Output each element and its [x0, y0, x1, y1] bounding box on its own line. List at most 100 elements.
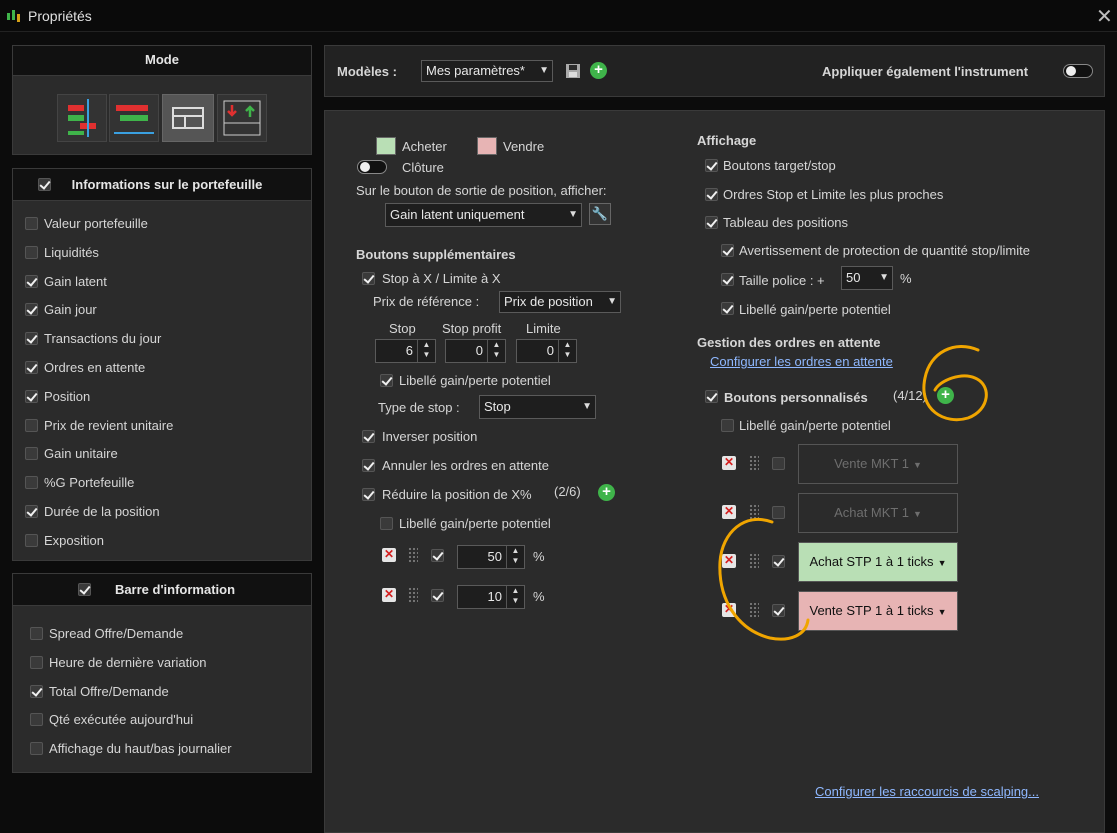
portfolio-item-checkbox[interactable]: [25, 303, 38, 317]
custom-button-checkbox[interactable]: [772, 457, 785, 470]
font-size-select[interactable]: 50 ▼: [841, 266, 893, 290]
portfolio-item-checkbox[interactable]: [25, 476, 38, 490]
delete-row-icon[interactable]: ✕: [382, 548, 396, 562]
add-reduce-icon[interactable]: +: [598, 484, 615, 501]
infobar-item-checkbox[interactable]: [30, 742, 43, 756]
custom-button[interactable]: Vente MKT 1 ▼: [798, 444, 958, 484]
portfolio-item-checkbox[interactable]: [25, 447, 38, 461]
custom-button-checkbox[interactable]: [772, 604, 785, 617]
stop-profit-stepper[interactable]: 0 ▲ ▼: [445, 339, 506, 363]
chevron-down-icon[interactable]: ▼: [938, 607, 947, 617]
stop-potential-checkbox[interactable]: [380, 374, 393, 387]
delete-custom-button-icon[interactable]: ✕: [722, 603, 736, 617]
reduce-percent-stepper[interactable]: 50 ▲ ▼: [457, 545, 525, 569]
stop-type-select[interactable]: Stop ▼: [479, 395, 596, 419]
infobar-item-checkbox[interactable]: [30, 655, 43, 669]
drag-handle-icon[interactable]: [408, 587, 418, 603]
stop-stepper[interactable]: 6 ▲ ▼: [375, 339, 436, 363]
drag-handle-icon[interactable]: [408, 547, 418, 563]
display-item-checkbox[interactable]: [705, 216, 718, 229]
font-potential-checkbox[interactable]: [721, 302, 734, 315]
portfolio-item-checkbox[interactable]: [25, 332, 38, 346]
delete-custom-button-icon[interactable]: ✕: [722, 554, 736, 568]
reduce-row-checkbox[interactable]: [431, 589, 444, 602]
close-toggle[interactable]: [357, 160, 387, 174]
reduce-row-checkbox[interactable]: [431, 549, 444, 562]
stepper-arrows-icon[interactable]: ▲ ▼: [417, 340, 435, 362]
drag-handle-icon[interactable]: [749, 602, 759, 618]
portfolio-item-checkbox[interactable]: [25, 533, 38, 547]
stepper-arrows-icon[interactable]: ▲ ▼: [506, 586, 524, 608]
font-size-checkbox[interactable]: [721, 273, 734, 286]
chevron-down-icon[interactable]: ▼: [938, 558, 947, 568]
delete-custom-button-icon[interactable]: ✕: [722, 505, 736, 519]
custom-button[interactable]: Vente STP 1 à 1 ticks ▼: [798, 591, 958, 631]
exit-select[interactable]: Gain latent uniquement ▼: [385, 203, 582, 227]
portfolio-item-label: Position: [44, 388, 91, 404]
reduce-potential-checkbox[interactable]: [380, 517, 393, 530]
display-item-checkbox[interactable]: [705, 187, 718, 201]
cancel-orders-label: Annuler les ordres en attente: [382, 458, 549, 473]
pending-config-link[interactable]: Configurer les ordres en attente: [710, 354, 893, 369]
infobar-item-checkbox[interactable]: [30, 684, 43, 698]
ref-price-select[interactable]: Prix de position ▼: [499, 291, 621, 313]
infobar-checkbox[interactable]: [78, 583, 91, 596]
limit-stepper[interactable]: 0 ▲ ▼: [516, 339, 577, 363]
portfolio-checkbox[interactable]: [38, 178, 51, 191]
save-icon[interactable]: [565, 63, 581, 79]
custom-button-checkbox[interactable]: [772, 506, 785, 519]
apply-instrument-toggle[interactable]: [1063, 64, 1093, 78]
cancel-orders-checkbox[interactable]: [362, 459, 375, 472]
stepper-arrows-icon[interactable]: ▲ ▼: [487, 340, 505, 362]
models-bar: Modèles : Mes paramètres* ▼ + Appliquer é…: [324, 45, 1105, 97]
close-icon[interactable]: ✕: [1096, 4, 1113, 29]
stepper-arrows-icon[interactable]: ▲ ▼: [558, 340, 576, 362]
stop-limit-checkbox[interactable]: [362, 272, 375, 285]
portfolio-item-checkbox[interactable]: [25, 274, 38, 288]
reduce-percent-unit: %: [533, 589, 545, 604]
portfolio-item-label: Gain unitaire: [44, 446, 118, 462]
drag-handle-icon[interactable]: [749, 553, 759, 569]
protection-warning-checkbox[interactable]: [721, 244, 734, 257]
scalping-shortcuts-link[interactable]: Configurer les raccourcis de scalping...: [815, 784, 1039, 799]
infobar-item-checkbox[interactable]: [30, 627, 43, 640]
mode-button-arrows[interactable]: [217, 94, 267, 142]
sell-color-swatch[interactable]: [477, 137, 497, 155]
custom-button-checkbox[interactable]: [772, 555, 785, 568]
chevron-down-icon[interactable]: ▼: [913, 509, 922, 519]
mode-button-horizontal[interactable]: [109, 94, 159, 142]
stepper-arrows-icon[interactable]: ▲ ▼: [506, 546, 524, 568]
display-item-checkbox[interactable]: [705, 159, 718, 172]
portfolio-item-checkbox[interactable]: [25, 245, 38, 259]
portfolio-item-checkbox[interactable]: [25, 389, 38, 403]
reduce-checkbox[interactable]: [362, 488, 375, 501]
infobar-header: Barre d'information: [13, 574, 311, 606]
portfolio-item-label: Durée de la position: [44, 504, 160, 519]
delete-row-icon[interactable]: ✕: [382, 588, 396, 602]
custom-button[interactable]: Achat STP 1 à 1 ticks ▼: [798, 542, 958, 582]
infobar-item-checkbox[interactable]: [30, 713, 43, 727]
custom-button[interactable]: Achat MKT 1 ▼: [798, 493, 958, 533]
drag-handle-icon[interactable]: [749, 455, 759, 471]
chevron-down-icon[interactable]: ▼: [913, 460, 922, 470]
wrench-icon[interactable]: 🔧: [589, 203, 611, 225]
add-model-icon[interactable]: +: [590, 62, 607, 79]
reduce-percent-stepper[interactable]: 10 ▲ ▼: [457, 585, 525, 609]
portfolio-item-checkbox[interactable]: [25, 217, 38, 230]
font-size-value: 50: [846, 270, 861, 285]
reverse-checkbox[interactable]: [362, 430, 375, 443]
portfolio-item-checkbox[interactable]: [25, 361, 38, 374]
buy-color-swatch[interactable]: [376, 137, 396, 155]
portfolio-item-checkbox[interactable]: [25, 505, 38, 518]
portfolio-item-checkbox[interactable]: [25, 418, 38, 432]
drag-handle-icon[interactable]: [749, 504, 759, 520]
reduce-percent-value: 10: [487, 589, 502, 604]
add-custom-button-icon[interactable]: +: [937, 387, 954, 404]
custom-buttons-checkbox[interactable]: [705, 390, 718, 403]
font-potential-label: Libellé gain/perte potentiel: [739, 302, 891, 317]
mode-button-vertical[interactable]: [57, 94, 107, 142]
delete-custom-button-icon[interactable]: ✕: [722, 456, 736, 470]
mode-button-grid[interactable]: [162, 94, 214, 142]
custom-potential-checkbox[interactable]: [721, 419, 734, 432]
models-select[interactable]: Mes paramètres* ▼: [421, 60, 553, 82]
